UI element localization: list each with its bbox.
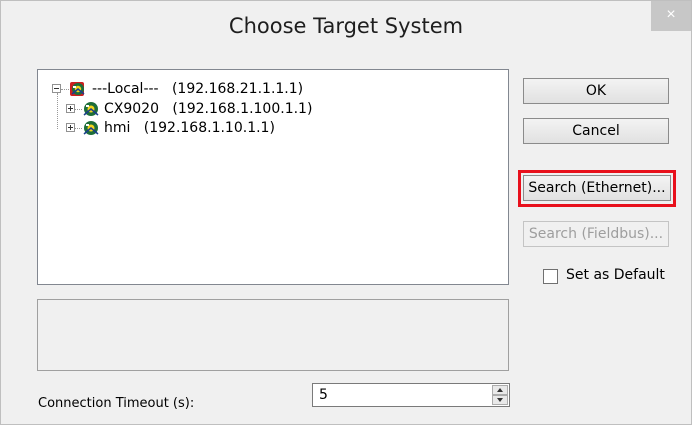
expand-icon[interactable] [66,104,75,113]
connection-timeout-spinner[interactable]: 5 [312,383,510,407]
tree-connector [57,93,58,129]
collapse-icon[interactable] [52,84,61,93]
connection-timeout-label: Connection Timeout (s): [38,396,195,411]
spin-down-icon[interactable] [492,395,508,405]
target-system-icon [70,82,85,96]
set-default-checkbox[interactable] [543,269,558,284]
expand-icon[interactable] [66,123,75,132]
target-system-icon [83,121,99,135]
dialog-title: Choose Target System [228,14,464,38]
tree-connector [75,128,82,129]
tree-connector [61,89,69,90]
info-panel [37,299,509,371]
target-system-icon [83,102,99,116]
search-ethernet-button[interactable]: Search (Ethernet)... [523,175,671,201]
node-name: CX9020 [104,101,159,117]
close-button[interactable]: × [651,1,691,31]
node-address: (192.168.1.10.1.1) [143,120,275,136]
target-tree[interactable]: ---Local--- (192.168.21.1.1.1) CX9020 (1… [37,69,509,285]
cancel-button[interactable]: Cancel [523,118,669,144]
connection-timeout-value[interactable]: 5 [319,387,328,403]
spinner-buttons [492,385,508,405]
tree-connector [75,109,82,110]
node-name: ---Local--- [92,81,159,97]
ok-button[interactable]: OK [523,78,669,104]
node-address: (192.168.1.100.1.1) [172,101,313,117]
title-bar[interactable]: Choose Target System × [1,1,691,51]
node-name: hmi [104,120,131,136]
choose-target-dialog: Choose Target System × ---Local--- (192.… [0,0,692,425]
dialog-body: ---Local--- (192.168.21.1.1.1) CX9020 (1… [9,53,683,415]
spin-up-icon[interactable] [492,385,508,395]
search-fieldbus-button: Search (Fieldbus)... [523,221,669,247]
set-default-label[interactable]: Set as Default [566,267,665,283]
node-address: (192.168.21.1.1.1) [171,81,304,97]
